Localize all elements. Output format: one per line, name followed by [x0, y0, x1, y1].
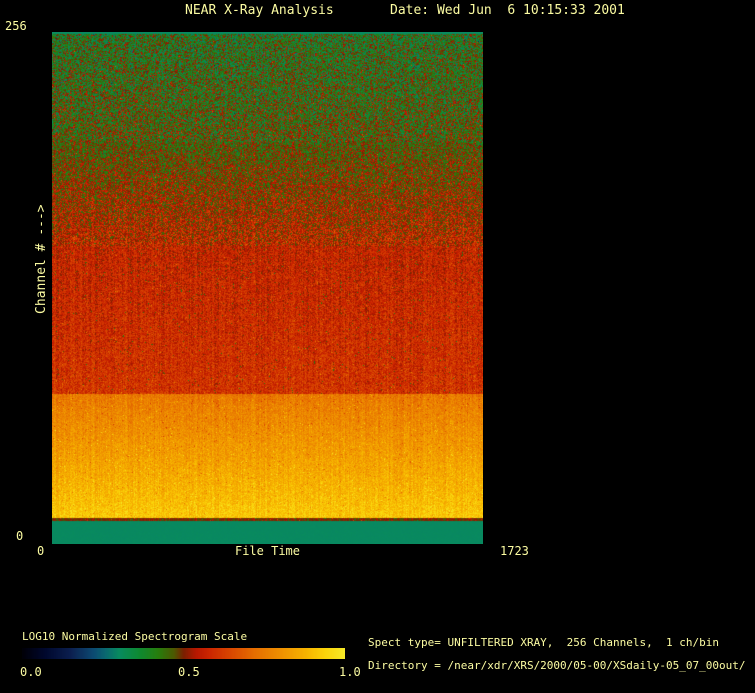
- spect-type-info: Spect type= UNFILTERED XRAY, 256 Channel…: [368, 636, 719, 649]
- colorbar-canvas: [22, 648, 345, 659]
- x-axis-max-label: 1723: [500, 544, 529, 558]
- colorbar-tick-min: 0.0: [20, 665, 42, 679]
- y-axis-min-label: 0: [16, 529, 24, 543]
- x-axis-title: File Time: [234, 544, 301, 558]
- colorbar-title: LOG10 Normalized Spectrogram Scale: [22, 630, 248, 643]
- colorbar-tick-mid: 0.5: [178, 665, 200, 679]
- y-axis-title: Channel # --->: [33, 204, 49, 314]
- directory-path: Directory = /near/xdr/XRS/2000/05-00/XSd…: [368, 659, 746, 672]
- x-axis-min-label: 0: [37, 544, 45, 558]
- spectrogram-canvas: [52, 32, 483, 544]
- date-label: Date: Wed Jun 6 10:15:33 2001: [390, 3, 625, 18]
- y-axis-max-label: 256: [5, 19, 27, 33]
- page-title: NEAR X-Ray Analysis: [185, 3, 334, 18]
- near-xray-analysis-window: NEAR X-Ray Analysis Date: Wed Jun 6 10:1…: [0, 0, 755, 693]
- colorbar-tick-max: 1.0: [339, 665, 361, 679]
